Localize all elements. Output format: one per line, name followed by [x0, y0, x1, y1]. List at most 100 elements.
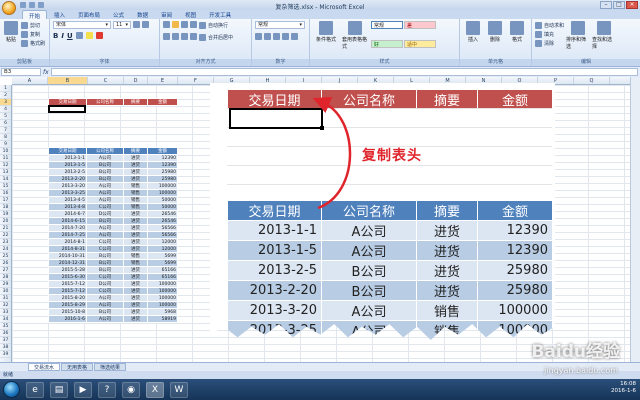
row-header-cell[interactable]: 8: [0, 134, 11, 141]
table-cell[interactable]: A公司: [86, 154, 124, 162]
table-cell[interactable]: 2014-8-1: [48, 238, 87, 246]
minimize-button[interactable]: –: [600, 1, 612, 9]
vertical-scrollbar[interactable]: [630, 77, 640, 362]
tab-data[interactable]: 数据: [131, 10, 154, 19]
row-header-cell[interactable]: 28: [0, 274, 11, 281]
table-cell[interactable]: 58919: [147, 315, 178, 323]
font-color-icon[interactable]: [95, 32, 103, 39]
table-cell[interactable]: 5968: [147, 308, 178, 316]
table-cell[interactable]: A公司: [86, 315, 124, 323]
header-cell[interactable]: 公司名称: [86, 147, 124, 155]
row-header-cell[interactable]: 12: [0, 162, 11, 169]
table-cell[interactable]: 销售: [123, 203, 148, 211]
table-cell[interactable]: A公司: [86, 182, 124, 190]
table-cell[interactable]: C公司: [86, 287, 124, 295]
row-header-cell[interactable]: 38: [0, 344, 11, 351]
conditional-format-button[interactable]: 条件格式: [313, 21, 339, 58]
sheet-tab-filter-result[interactable]: 筛选结果: [94, 363, 127, 371]
row-header-cell[interactable]: 11: [0, 155, 11, 162]
table-cell[interactable]: 12000: [147, 238, 178, 246]
table-cell[interactable]: A公司: [86, 196, 124, 204]
indent-icon[interactable]: [190, 33, 197, 40]
table-cell[interactable]: C公司: [86, 238, 124, 246]
table-cell[interactable]: 2014-7-25: [48, 231, 87, 239]
header-cell[interactable]: 摘要: [123, 147, 148, 155]
tab-home[interactable]: 开始: [22, 10, 48, 20]
table-cell[interactable]: 2014-8-31: [48, 245, 87, 253]
row-header-cell[interactable]: 6: [0, 120, 11, 127]
row-header-cell[interactable]: 32: [0, 302, 11, 309]
row-header-cell[interactable]: 22: [0, 232, 11, 239]
table-cell[interactable]: 进货: [123, 161, 148, 169]
table-cell[interactable]: 25980: [147, 175, 178, 183]
bold-icon[interactable]: B: [53, 32, 58, 40]
table-cell[interactable]: 50000: [147, 196, 178, 204]
table-cell[interactable]: 50000: [147, 203, 178, 211]
table-cell[interactable]: 2015-7-12: [48, 287, 87, 295]
increase-decimal-icon[interactable]: [282, 33, 289, 40]
fill-button[interactable]: 填充: [535, 30, 564, 39]
align-middle-icon[interactable]: [172, 21, 179, 28]
table-cell[interactable]: 2015-8-29: [48, 301, 87, 309]
italic-icon[interactable]: I: [61, 32, 64, 40]
excel-icon[interactable]: X: [146, 381, 164, 398]
row-header-cell[interactable]: 26: [0, 260, 11, 267]
table-cell[interactable]: 56566: [147, 231, 178, 239]
formula-input[interactable]: [50, 68, 638, 76]
grow-font-icon[interactable]: [133, 21, 140, 28]
row-header-cell[interactable]: 7: [0, 127, 11, 134]
table-cell[interactable]: 2013-4-5: [48, 196, 87, 204]
decrease-decimal-icon[interactable]: [291, 33, 298, 40]
align-left-icon[interactable]: [163, 33, 170, 40]
table-cell[interactable]: 进货: [123, 273, 148, 281]
column-header-cell[interactable]: E: [148, 77, 178, 84]
row-header-cell[interactable]: 37: [0, 337, 11, 344]
table-cell[interactable]: 26546: [147, 210, 178, 218]
column-header-cell[interactable]: N: [466, 77, 502, 84]
table-cell[interactable]: C公司: [86, 273, 124, 281]
table-cell[interactable]: B公司: [86, 217, 124, 225]
row-header-cell[interactable]: 39: [0, 351, 11, 358]
table-cell[interactable]: 5699: [147, 259, 178, 267]
selected-cell[interactable]: [48, 105, 86, 113]
table-cell[interactable]: A公司: [86, 231, 124, 239]
sheet-tab-unused[interactable]: 无用表格: [61, 363, 94, 371]
table-cell[interactable]: A公司: [86, 301, 124, 309]
copy-button[interactable]: 复制: [21, 30, 45, 39]
table-cell[interactable]: 进货: [123, 217, 148, 225]
row-header-cell[interactable]: 21: [0, 225, 11, 232]
format-cells-button[interactable]: 格式: [507, 21, 527, 58]
row-header-cell[interactable]: 14: [0, 176, 11, 183]
table-cell[interactable]: 进货: [123, 210, 148, 218]
tab-formulas[interactable]: 公式: [107, 10, 130, 19]
table-cell[interactable]: 100000: [147, 182, 178, 190]
table-cell[interactable]: 2015-6-30: [48, 273, 87, 281]
table-cell[interactable]: D公司: [86, 210, 124, 218]
table-cell[interactable]: 2016-1-6: [48, 315, 87, 323]
row-header-cell[interactable]: 1: [0, 85, 11, 92]
column-header-cell[interactable]: B: [48, 77, 88, 84]
fill-color-icon[interactable]: [85, 32, 93, 39]
row-header-cell[interactable]: 17: [0, 197, 11, 204]
header-cell[interactable]: 金额: [147, 98, 178, 106]
column-header-cell[interactable]: D: [124, 77, 148, 84]
column-header-cell[interactable]: J: [322, 77, 358, 84]
wrap-text-button[interactable]: 自动换行: [199, 21, 228, 30]
table-cell[interactable]: 25980: [147, 168, 178, 176]
row-header-cell[interactable]: 3: [0, 99, 11, 106]
table-cell[interactable]: B公司: [86, 259, 124, 267]
table-cell[interactable]: 5699: [147, 252, 178, 260]
percent-icon[interactable]: [264, 33, 271, 40]
table-cell[interactable]: 进货: [123, 287, 148, 295]
table-cell[interactable]: 2014-7-20: [48, 224, 87, 232]
table-cell[interactable]: 2013-4-8: [48, 203, 87, 211]
table-cell[interactable]: 56566: [147, 224, 178, 232]
orientation-icon[interactable]: [190, 21, 197, 28]
number-format-select[interactable]: 常规 ▾: [255, 21, 305, 29]
table-cell[interactable]: 12390: [147, 154, 178, 162]
table-cell[interactable]: 2013-3-20: [48, 182, 87, 190]
find-select-button[interactable]: 查找和选择: [592, 21, 616, 58]
shrink-font-icon[interactable]: [142, 21, 149, 28]
row-header-cell[interactable]: 20: [0, 218, 11, 225]
style-normal[interactable]: 常规: [371, 21, 403, 29]
